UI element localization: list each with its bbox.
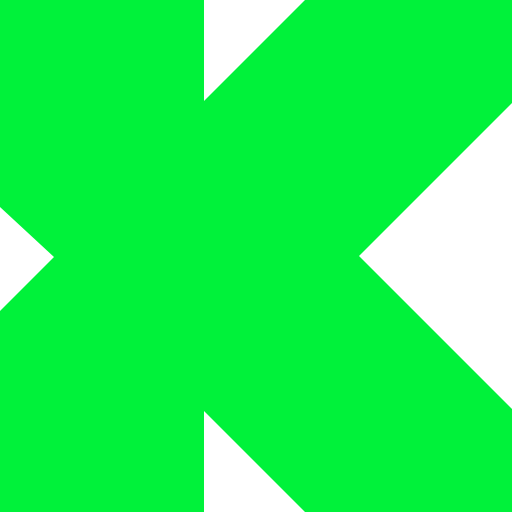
logo-canvas xyxy=(0,0,512,512)
k-logo-icon xyxy=(0,0,512,512)
